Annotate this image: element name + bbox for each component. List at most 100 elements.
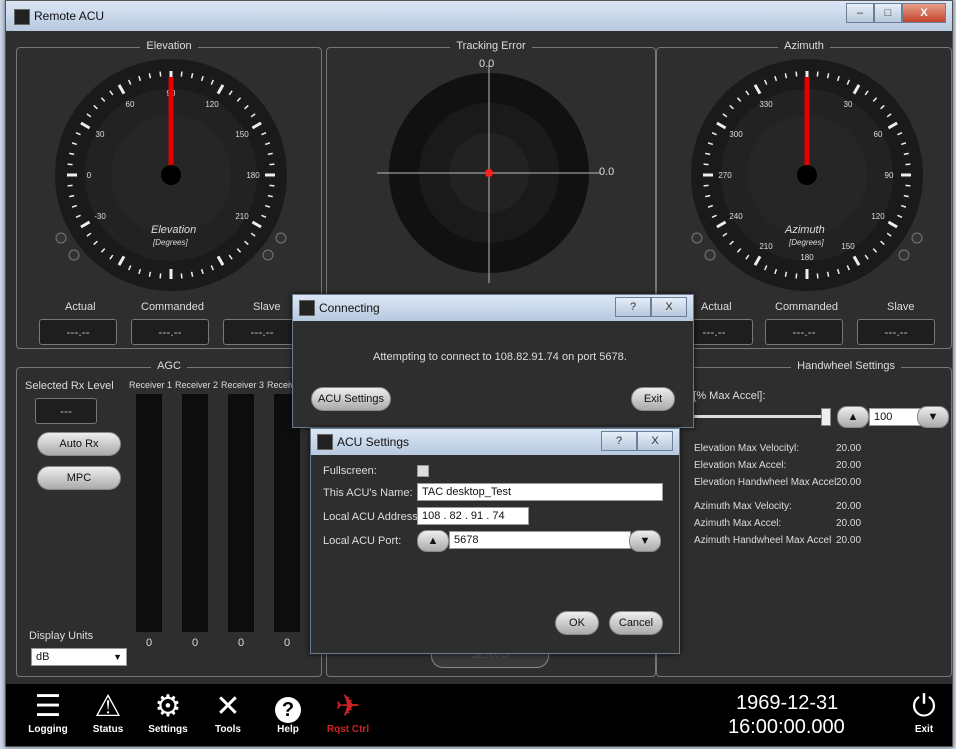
- elevation-commanded-value: ---.--: [131, 319, 209, 345]
- limit-slider-handle[interactable]: [821, 408, 831, 426]
- gauge-tick: [269, 184, 275, 187]
- hw-row-value: 20.00: [836, 518, 862, 529]
- fullscreen-checkbox[interactable]: [417, 465, 429, 477]
- gauge-tick: [190, 73, 194, 79]
- list-icon: ☰: [34, 690, 62, 723]
- date-readout: 1969-12-31: [736, 692, 839, 714]
- connecting-dialog: Connecting ? X Attempting to connect to …: [292, 294, 694, 428]
- gauge-tick: [148, 271, 152, 277]
- elevation-actual-value: ---.--: [39, 319, 117, 345]
- gauge-tick: [180, 273, 183, 279]
- window-title: Remote ACU: [34, 9, 105, 23]
- port-up-button[interactable]: ▲: [417, 530, 449, 552]
- selected-rx-level-value: ---: [35, 398, 97, 424]
- gauge-tick: [905, 163, 911, 166]
- acu-port-field[interactable]: 5678: [449, 531, 631, 549]
- gauge-tick: [795, 71, 798, 77]
- azimuth-panel: Azimuth 0306090120150180210240270300330 …: [656, 40, 952, 349]
- connecting-help-button[interactable]: ?: [615, 297, 651, 317]
- hw-row-value: 20.00: [836, 501, 862, 512]
- gauge-tick-label: 60: [874, 130, 883, 139]
- help-button[interactable]: ? Help: [260, 690, 316, 735]
- tools-button[interactable]: ✕ Tools: [200, 690, 256, 735]
- receiver-2-bar: [182, 394, 208, 632]
- elevation-gauge-unit: [Degrees]: [153, 238, 188, 247]
- gauge-tick: [816, 71, 819, 77]
- gauge-tick: [903, 152, 909, 156]
- fullscreen-label: Fullscreen:: [323, 465, 377, 477]
- hw-row-value: 20.00: [836, 535, 862, 546]
- hw-row-label: Elevation Handwheel Max Accel: [694, 477, 837, 488]
- hw-row-label: Azimuth Handwheel Max Accel: [694, 535, 832, 546]
- tracking-scope: [377, 63, 601, 283]
- port-down-button[interactable]: ▼: [629, 530, 661, 552]
- acu-settings-help-button[interactable]: ?: [601, 431, 637, 451]
- display-units-value: dB: [36, 651, 50, 663]
- gauge-tick: [705, 152, 711, 156]
- chevron-down-icon: ▼: [113, 652, 122, 662]
- satellite-icon: ✈: [335, 690, 361, 723]
- gauge-tick-label: 0: [87, 171, 92, 180]
- acu-address-field[interactable]: 108 . 82 . 91 . 74: [417, 507, 529, 525]
- acu-name-field[interactable]: TAC desktop_Test: [417, 483, 663, 501]
- gauge-tick-label: 120: [871, 212, 885, 221]
- gauge-tick: [826, 271, 830, 277]
- gauge-tick: [705, 194, 711, 198]
- limit-value[interactable]: 100: [869, 408, 921, 426]
- rqst-ctrl-button[interactable]: ✈ Rqst Ctrl: [320, 690, 376, 735]
- gauge-tick: [267, 194, 273, 198]
- gauge-tick-label: 30: [96, 130, 105, 139]
- acu-settings-close-button[interactable]: X: [637, 431, 673, 451]
- settings-label: Settings: [148, 724, 188, 735]
- app-icon: [317, 434, 333, 450]
- receiver-1-bar: [136, 394, 162, 632]
- settings-button[interactable]: ⚙ Settings: [140, 690, 196, 735]
- azimuth-actual-label: Actual: [701, 301, 732, 313]
- gear-icon: ⚙: [154, 690, 182, 723]
- app-icon: [14, 9, 30, 25]
- exit-button[interactable]: ⏻ Exit: [896, 690, 952, 735]
- hw-row-label: Azimuth Max Accel:: [694, 518, 782, 529]
- hw-row-value: 20.00: [836, 443, 862, 454]
- name-label: This ACU's Name:: [323, 487, 413, 499]
- elevation-commanded-label: Commanded: [141, 301, 204, 313]
- receiver-2-value: 0: [192, 637, 199, 649]
- cancel-button[interactable]: Cancel: [609, 611, 663, 635]
- minimize-button[interactable]: –: [846, 3, 874, 23]
- gauge-tick: [67, 163, 73, 166]
- gauge-tick-label: 210: [759, 242, 773, 251]
- gauge-tick: [903, 194, 909, 198]
- receiver-4-bar: [274, 394, 300, 632]
- gauge-tick: [159, 71, 162, 77]
- hw-row-label: Azimuth Max Velocity:: [694, 501, 792, 512]
- gauge-tick: [703, 163, 709, 166]
- connecting-close-button[interactable]: X: [651, 297, 687, 317]
- gauge-tick: [69, 194, 75, 198]
- acu-settings-dialog: ACU Settings ? X Fullscreen: This ACU's …: [310, 428, 680, 654]
- azimuth-gauge-unit: [Degrees]: [789, 238, 824, 247]
- gauge-tick-label: 210: [235, 212, 249, 221]
- receiver-3-value: 0: [238, 637, 245, 649]
- display-units-select[interactable]: dB ▼: [31, 648, 127, 666]
- hw-row-label: Elevation Max Accel:: [694, 460, 787, 471]
- auto-rx-button[interactable]: Auto Rx: [37, 432, 121, 456]
- limit-up-button[interactable]: ▲: [837, 406, 869, 428]
- gauge-tick-label: -30: [94, 212, 106, 221]
- mpc-button[interactable]: MPC: [37, 466, 121, 490]
- handwheel-title: Handwheel Settings: [791, 360, 901, 372]
- port-label: Local ACU Port:: [323, 535, 402, 547]
- ok-button[interactable]: OK: [555, 611, 599, 635]
- receiver-1-label: Receiver 1: [129, 380, 173, 390]
- help-icon: ?: [260, 690, 316, 724]
- maximize-button[interactable]: □: [874, 3, 902, 23]
- status-button[interactable]: ⚠ Status: [80, 690, 136, 735]
- hw-row-label: Elevation Max Velocityl:: [694, 443, 800, 454]
- close-button[interactable]: X: [902, 3, 946, 23]
- tracking-dot: [485, 169, 493, 177]
- limit-down-button[interactable]: ▼: [917, 406, 949, 428]
- acu-settings-button[interactable]: ACU Settings: [311, 387, 391, 411]
- exit-button[interactable]: Exit: [631, 387, 675, 411]
- gauge-tick-label: 90: [885, 171, 894, 180]
- hw-row-value: 20.00: [836, 477, 862, 488]
- logging-button[interactable]: ☰ Logging: [20, 690, 76, 735]
